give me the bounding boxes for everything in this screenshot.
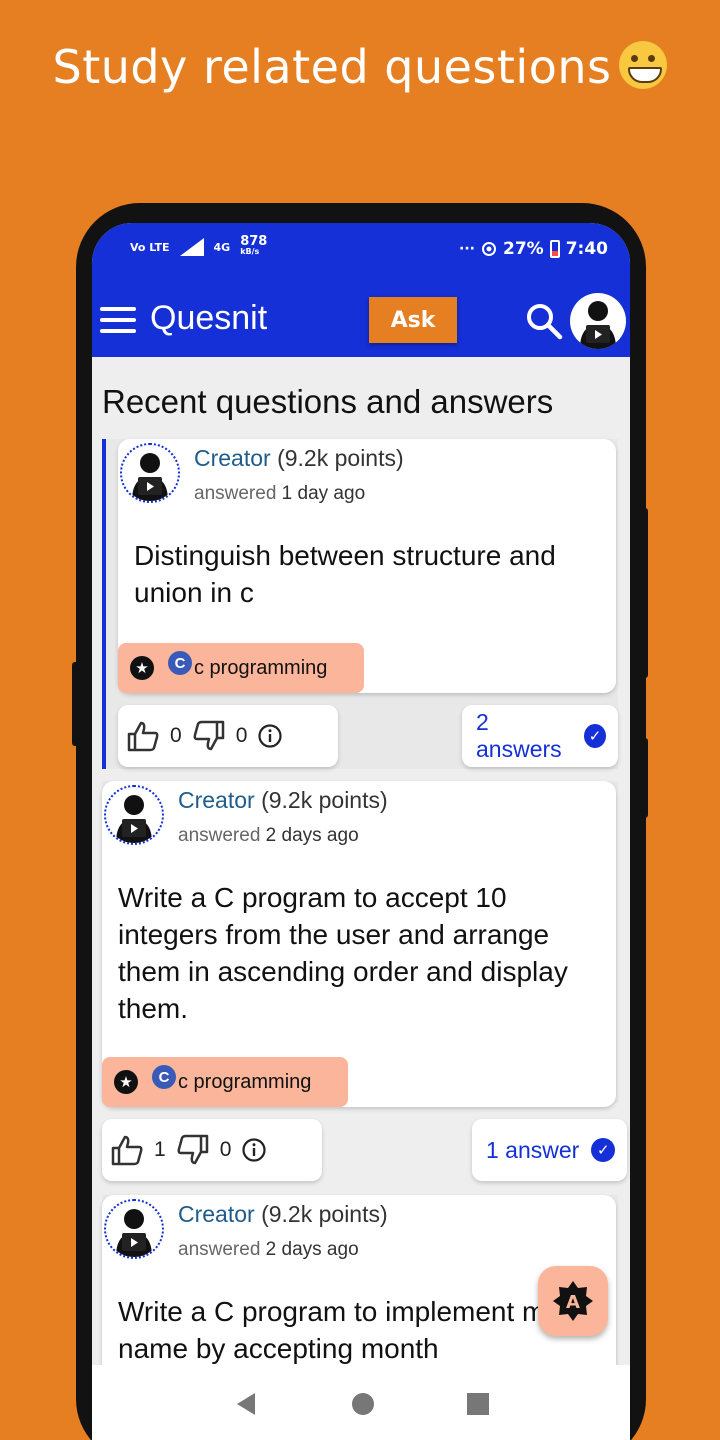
- author-line: Creator (9.2k points): [194, 445, 404, 472]
- volte-icon: Vo LTE: [130, 240, 170, 254]
- recents-icon[interactable]: [467, 1393, 489, 1415]
- answers-count: 1 answer: [486, 1136, 580, 1163]
- vote-bar: 1 0: [102, 1119, 322, 1181]
- activity-line: answered 1 day ago: [194, 483, 366, 504]
- check-icon: ✓: [584, 724, 606, 748]
- upvote-count: 0: [170, 724, 182, 747]
- more-notifications-icon: ···: [459, 241, 475, 257]
- question-title[interactable]: Write a C program to accept 10 integers …: [118, 879, 600, 1027]
- c-language-icon: C: [152, 1065, 176, 1089]
- star-icon: ★: [130, 656, 154, 680]
- author-points: (9.2k points): [277, 445, 404, 471]
- tag-label: c programming: [178, 1070, 312, 1093]
- question-title[interactable]: Write a C program to implement month nam…: [118, 1293, 600, 1365]
- star-icon: ★: [114, 1070, 138, 1094]
- status-bar: Vo LTE 4G 878 kB/s ··· 27% 7:40: [92, 223, 630, 285]
- thumbs-down-icon[interactable]: [176, 1134, 210, 1166]
- battery-percent: 27%: [503, 239, 544, 259]
- author-name[interactable]: Creator: [178, 1201, 255, 1227]
- activity-time: 2 days ago: [265, 825, 359, 846]
- tag-chip[interactable]: ★ C c programming: [102, 1057, 348, 1107]
- author-avatar[interactable]: [104, 785, 164, 845]
- tag-label: c programming: [194, 656, 328, 679]
- activity-line: answered 2 days ago: [178, 1239, 359, 1260]
- battery-icon: [549, 240, 560, 258]
- svg-text:A: A: [566, 1292, 580, 1313]
- phone-frame: Vo LTE 4G 878 kB/s ··· 27% 7:40 Quesnit A…: [76, 203, 646, 1440]
- answers-count-button[interactable]: 2 answers ✓: [462, 705, 618, 767]
- author-points: (9.2k points): [261, 787, 388, 813]
- thumbs-up-icon[interactable]: [126, 720, 160, 752]
- user-avatar-icon: [580, 301, 616, 349]
- content-area: Recent questions and answers Creator (9.…: [92, 357, 630, 1365]
- thumbs-up-icon[interactable]: [110, 1134, 144, 1166]
- answers-count-button[interactable]: 1 answer ✓: [472, 1119, 628, 1181]
- clock: 7:40: [565, 239, 608, 259]
- check-icon: ✓: [591, 1138, 616, 1162]
- translate-fab[interactable]: A: [538, 1266, 608, 1336]
- activity-time: 2 days ago: [265, 1239, 359, 1260]
- page-title: Recent questions and answers: [102, 383, 554, 420]
- user-avatar-icon: [132, 453, 168, 501]
- author-line: Creator (9.2k points): [178, 787, 388, 814]
- back-icon[interactable]: [233, 1391, 259, 1417]
- answers-count: 2 answers: [476, 709, 562, 762]
- downvote-count: 0: [235, 724, 248, 747]
- home-icon[interactable]: [351, 1392, 375, 1416]
- c-language-icon: C: [168, 651, 192, 675]
- app-brand[interactable]: Quesnit: [150, 299, 267, 338]
- author-name[interactable]: Creator: [178, 787, 255, 813]
- search-icon[interactable]: [524, 301, 564, 341]
- hotspot-icon: [482, 242, 496, 256]
- auto-theme-icon: A: [553, 1281, 593, 1321]
- activity-line: answered 2 days ago: [178, 825, 359, 846]
- author-avatar[interactable]: [104, 1199, 164, 1259]
- user-avatar-icon: [116, 795, 152, 843]
- thumbs-down-icon[interactable]: [192, 720, 226, 752]
- network-type: 4G: [213, 240, 231, 254]
- author-points: (9.2k points): [261, 1201, 388, 1227]
- vote-bar: 0 0: [118, 705, 338, 767]
- screen: Vo LTE 4G 878 kB/s ··· 27% 7:40 Quesnit A…: [92, 223, 630, 1440]
- question-card-body[interactable]: Creator (9.2k points) answered 1 day ago…: [118, 439, 616, 693]
- net-speed: 878 kB/s: [240, 234, 268, 256]
- menu-icon[interactable]: [100, 307, 136, 335]
- system-nav-bar: [92, 1365, 630, 1440]
- info-icon[interactable]: [241, 1137, 267, 1163]
- activity-time: 1 day ago: [281, 483, 366, 504]
- profile-avatar[interactable]: [570, 293, 626, 349]
- question-card-body[interactable]: Creator (9.2k points) answered 2 days ag…: [102, 781, 616, 1107]
- tag-chip[interactable]: ★ C c programming: [118, 643, 364, 693]
- app-bar: Quesnit Ask: [92, 285, 630, 357]
- signal-icon: [179, 238, 204, 256]
- author-avatar[interactable]: [120, 443, 180, 503]
- question-card[interactable]: Creator (9.2k points) answered 1 day ago…: [102, 439, 618, 769]
- question-title[interactable]: Distinguish between structure and union …: [134, 537, 600, 611]
- grinning-emoji-icon: [619, 41, 668, 89]
- promo-title-text: Study related questions: [52, 40, 612, 94]
- info-icon[interactable]: [257, 723, 283, 749]
- question-card[interactable]: Creator (9.2k points) answered 2 days ag…: [102, 781, 618, 1107]
- user-avatar-icon: [116, 1209, 152, 1257]
- author-line: Creator (9.2k points): [178, 1201, 388, 1228]
- downvote-count: 0: [219, 1138, 232, 1161]
- ask-button[interactable]: Ask: [369, 297, 457, 343]
- upvote-count: 1: [154, 1138, 166, 1161]
- author-name[interactable]: Creator: [194, 445, 271, 471]
- promo-title: Study related questions: [0, 40, 720, 94]
